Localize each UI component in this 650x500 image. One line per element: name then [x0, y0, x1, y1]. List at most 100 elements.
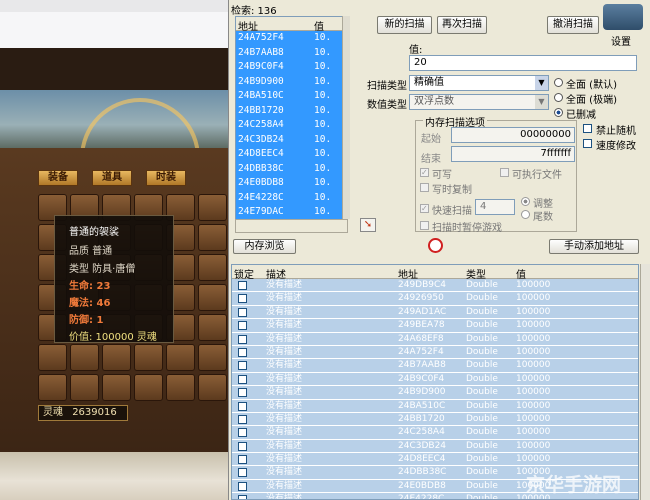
- inventory-slot[interactable]: [70, 344, 99, 371]
- lock-checkbox[interactable]: [238, 441, 247, 451]
- writable-checkbox[interactable]: ✓: [420, 168, 429, 177]
- settings-label[interactable]: 设置: [611, 33, 631, 48]
- value-input[interactable]: 20: [409, 55, 637, 71]
- new-scan-button[interactable]: 新的扫描: [377, 16, 432, 34]
- inventory-slot[interactable]: [38, 344, 67, 371]
- lock-checkbox[interactable]: [238, 481, 247, 491]
- radio-deleted[interactable]: [554, 108, 563, 117]
- radio-all-default-label[interactable]: 全面 (默认): [566, 76, 617, 91]
- found-row[interactable]: 24A752F4 10.: [236, 31, 347, 46]
- lock-checkbox[interactable]: [238, 334, 247, 344]
- lock-checkbox[interactable]: [238, 361, 247, 371]
- speedhack-checkbox[interactable]: [583, 139, 592, 148]
- add-address-button[interactable]: 手动添加地址: [549, 239, 639, 254]
- found-row[interactable]: 24E4228C 10.: [236, 190, 347, 205]
- lock-checkbox[interactable]: [238, 307, 247, 317]
- lock-checkbox[interactable]: [238, 401, 247, 411]
- inventory-slot[interactable]: [198, 224, 227, 251]
- pause-game-label[interactable]: 扫描时暂停游戏: [432, 219, 502, 234]
- address-row[interactable]: 没有描述 249AD1AC Double 100000: [232, 305, 638, 320]
- start-address-input[interactable]: 00000000: [451, 127, 575, 143]
- fashion-tab[interactable]: 时装: [146, 170, 186, 186]
- found-vscroll[interactable]: [342, 16, 350, 219]
- inventory-slot[interactable]: [198, 284, 227, 311]
- found-row[interactable]: 24C3DB24 10.: [236, 132, 347, 147]
- found-row[interactable]: 24BA510C 10.: [236, 89, 347, 104]
- last-digits-radio[interactable]: [521, 210, 530, 219]
- found-row[interactable]: 24B7AAB8 10.: [236, 45, 347, 60]
- end-address-input[interactable]: 7fffffff: [451, 146, 575, 162]
- lock-checkbox[interactable]: [238, 414, 247, 424]
- radio-deleted-label[interactable]: 已删减: [566, 106, 596, 121]
- equip-tab[interactable]: 装备: [38, 170, 78, 186]
- address-vscroll[interactable]: [640, 264, 650, 500]
- inventory-slot[interactable]: [134, 374, 163, 401]
- lock-checkbox[interactable]: [238, 347, 247, 357]
- inventory-slot[interactable]: [198, 374, 227, 401]
- add-to-list-arrow-icon[interactable]: ➘: [360, 218, 376, 232]
- inventory-slot[interactable]: [166, 374, 195, 401]
- address-row[interactable]: 没有描述 24BA510C Double 100000: [232, 399, 638, 413]
- copy-on-write-checkbox[interactable]: [420, 183, 429, 192]
- address-row[interactable]: 没有描述 24B9D900 Double 100000: [232, 386, 638, 400]
- address-row[interactable]: 没有描述 24D8EEC4 Double 100000: [232, 453, 638, 467]
- fast-scan-input[interactable]: 4: [475, 199, 515, 215]
- chevron-down-icon[interactable]: ▼: [535, 76, 548, 90]
- lock-checkbox[interactable]: [238, 321, 247, 331]
- inventory-slot[interactable]: [102, 374, 131, 401]
- found-list[interactable]: 地址 值 24A752F4 10. 24B7AAB8 10. 24B9C0F4 10. 24…: [235, 16, 348, 233]
- radio-all-default[interactable]: [554, 78, 563, 87]
- fast-scan-checkbox[interactable]: ✓: [420, 204, 429, 213]
- lock-checkbox[interactable]: [238, 374, 247, 384]
- inventory-slot[interactable]: [198, 344, 227, 371]
- found-row[interactable]: 24DBB38C 10.: [236, 161, 347, 176]
- stop-icon[interactable]: [428, 238, 443, 253]
- radio-all-extreme-label[interactable]: 全面 (极端): [566, 91, 617, 106]
- found-row[interactable]: 24C258A4 10.: [236, 118, 347, 133]
- inventory-slot[interactable]: [198, 194, 227, 221]
- copy-on-write-label[interactable]: 写时复制: [432, 181, 472, 196]
- lock-checkbox[interactable]: [238, 428, 247, 438]
- lock-checkbox[interactable]: [238, 281, 247, 290]
- address-row[interactable]: 没有描述 249BEA78 Double 100000: [232, 319, 638, 333]
- items-tab[interactable]: 道具: [92, 170, 132, 186]
- address-list[interactable]: 锁定 描述 地址 类型 值 没有描述 249DB9C4 Double 100000 没有…: [231, 264, 639, 500]
- address-row[interactable]: 没有描述 24926950 Double 100000: [232, 292, 638, 306]
- chevron-down-icon[interactable]: ▼: [535, 95, 548, 109]
- found-row[interactable]: 24BB1720 10.: [236, 103, 347, 118]
- found-row[interactable]: 24B9C0F4 10.: [236, 60, 347, 75]
- no-random-label[interactable]: 禁止随机: [596, 122, 636, 137]
- inventory-slot[interactable]: [198, 314, 227, 341]
- address-row[interactable]: 没有描述 24B9C0F4 Double 100000: [232, 372, 638, 387]
- found-row[interactable]: 24B9D900 10.: [236, 74, 347, 89]
- found-row[interactable]: 24E79DAC 10.: [236, 205, 347, 220]
- found-hscroll[interactable]: [235, 219, 348, 233]
- inventory-slot[interactable]: [198, 254, 227, 281]
- lock-checkbox[interactable]: [238, 468, 247, 478]
- address-row[interactable]: 没有描述 24B7AAB8 Double 100000: [232, 359, 638, 373]
- inventory-slot[interactable]: [38, 374, 67, 401]
- next-scan-button[interactable]: 再次扫描: [437, 16, 487, 34]
- lock-checkbox[interactable]: [238, 294, 247, 304]
- writable-label[interactable]: 可写: [432, 166, 452, 181]
- lock-checkbox[interactable]: [238, 388, 247, 398]
- no-random-checkbox[interactable]: [583, 124, 592, 133]
- inventory-slot[interactable]: [70, 374, 99, 401]
- last-digits-label[interactable]: 尾数: [533, 208, 553, 223]
- lock-checkbox[interactable]: [238, 455, 247, 465]
- executable-checkbox[interactable]: [500, 168, 509, 177]
- address-row[interactable]: 没有描述 24A752F4 Double 100000: [232, 345, 638, 360]
- address-row[interactable]: 没有描述 249DB9C4 Double 100000: [232, 279, 638, 293]
- speedhack-label[interactable]: 速度修改: [596, 137, 636, 152]
- address-row[interactable]: 没有描述 24A68EF8 Double 100000: [232, 332, 638, 346]
- pause-game-checkbox[interactable]: [420, 221, 429, 230]
- radio-all-extreme[interactable]: [554, 93, 563, 102]
- inventory-slot[interactable]: [134, 344, 163, 371]
- address-row[interactable]: 没有描述 24C258A4 Double 100000: [232, 426, 638, 440]
- lock-checkbox[interactable]: [238, 495, 247, 499]
- inventory-slot[interactable]: [102, 344, 131, 371]
- scan-type-select[interactable]: 精确值: [409, 75, 549, 91]
- executable-label[interactable]: 可执行文件: [512, 166, 562, 181]
- address-row[interactable]: 没有描述 24BB1720 Double 100000: [232, 412, 638, 427]
- inventory-slot[interactable]: [166, 344, 195, 371]
